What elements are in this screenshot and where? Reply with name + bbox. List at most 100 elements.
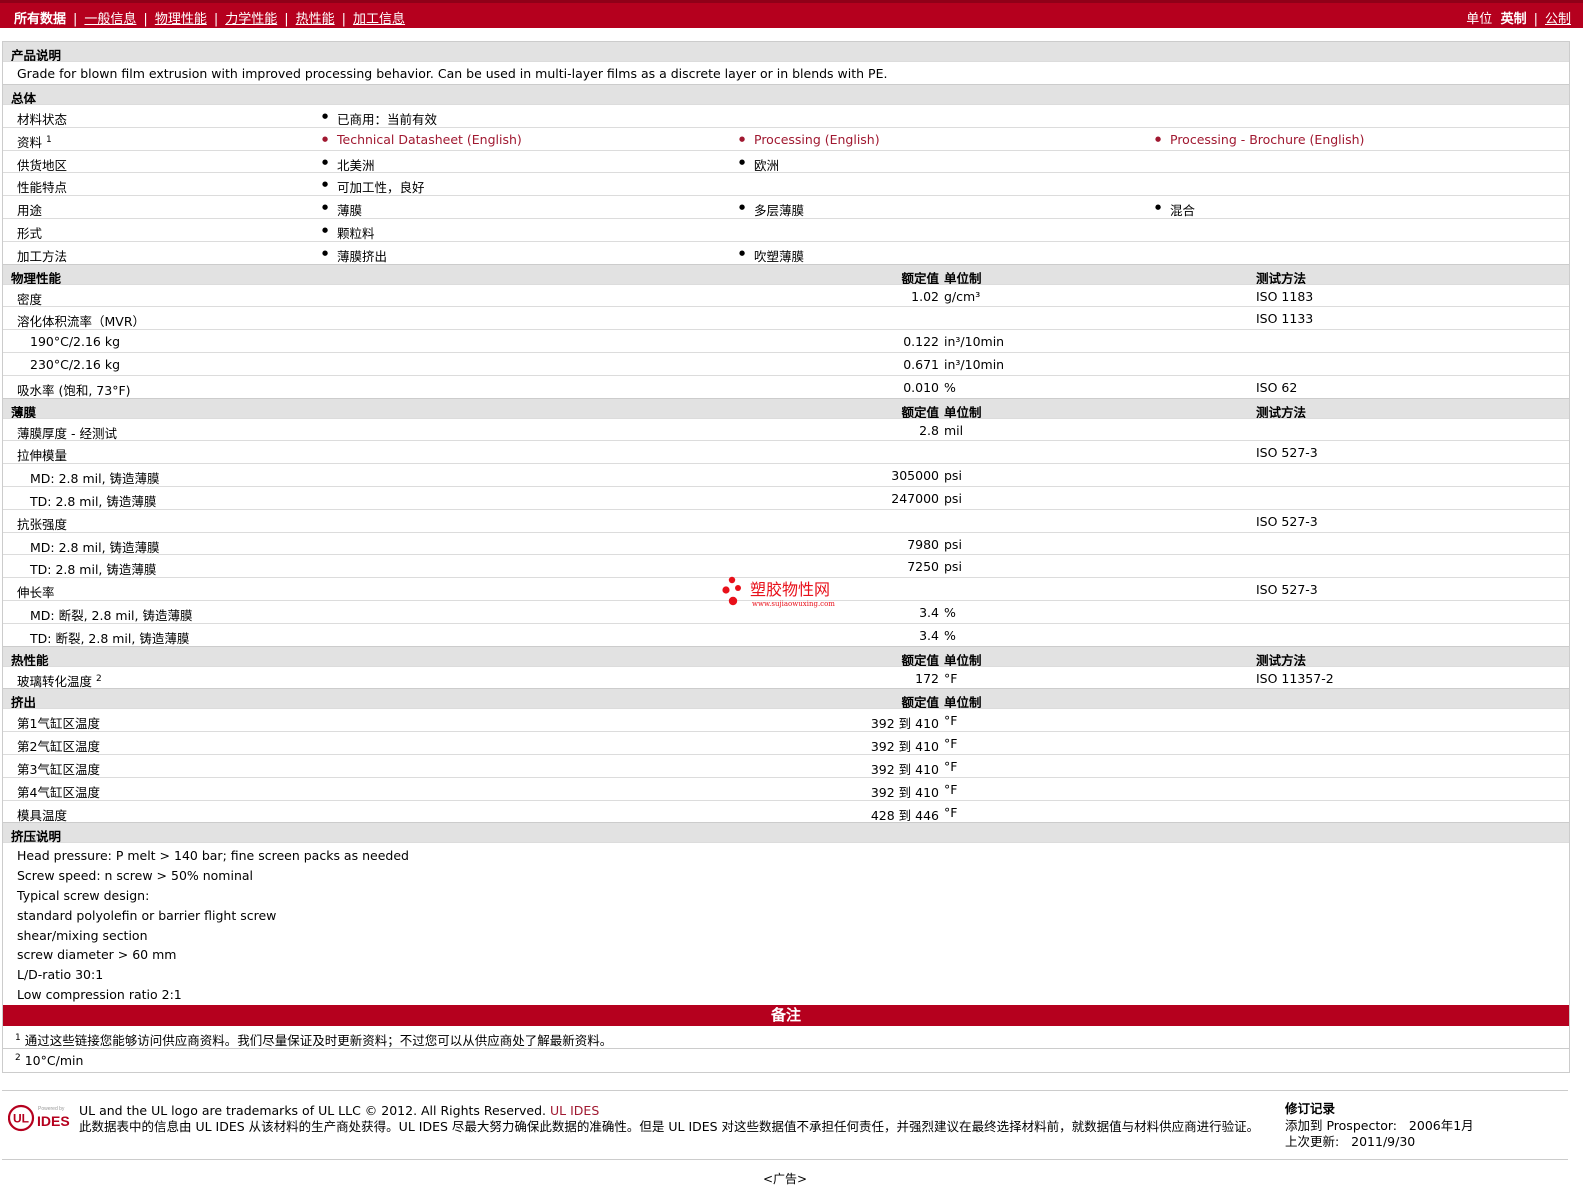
row-label: MD: 2.8 mil, 铸造薄膜 — [30, 471, 160, 487]
row-unit: psi — [944, 490, 962, 506]
footnote-ref: 1 — [46, 134, 52, 145]
ul-ides-logo: UL Powered by IDES — [7, 1103, 70, 1133]
table-row: MD: 2.8 mil, 铸造薄膜 305000 psi — [3, 463, 1569, 486]
updated-label: 上次更新: — [1285, 1134, 1340, 1149]
nav-general-info[interactable]: 一般信息 — [84, 12, 136, 27]
footnote-number: 1 — [15, 1032, 21, 1043]
table-row: 模具温度 428 到 446 °F — [3, 799, 1569, 823]
footer-legal-text: UL and the UL logo are trademarks of UL … — [79, 1103, 1269, 1134]
footnote-ref: 2 — [96, 673, 102, 684]
document-link[interactable]: Processing (English) — [739, 132, 880, 147]
list-item: 北美洲 — [322, 155, 374, 174]
table-row: 溶化体积流率（MVR） ISO 1133 — [3, 306, 1569, 329]
row-label: 第1气缸区温度 — [17, 716, 100, 732]
svg-text:塑胶物性网: 塑胶物性网 — [750, 580, 830, 599]
note-line: Head pressure: P melt > 140 bar; fine sc… — [17, 848, 409, 864]
row-label: 第2气缸区温度 — [17, 739, 100, 755]
table-row: TD: 2.8 mil, 铸造薄膜 247000 psi — [3, 485, 1569, 509]
row-unit: psi — [944, 559, 962, 575]
table-row: 第1气缸区温度 392 到 410 °F — [3, 708, 1569, 731]
document-link[interactable]: Processing - Brochure (English) — [1155, 132, 1364, 147]
row-unit: mil — [944, 422, 964, 438]
table-row: TD: 2.8 mil, 铸造薄膜 7250 psi — [3, 554, 1569, 577]
row-label: 形式 — [17, 225, 43, 241]
row-value: 0.122 — [903, 334, 939, 350]
table-row: 拉伸模量 ISO 527-3 — [3, 440, 1569, 463]
row-value: 3.4 — [919, 627, 939, 643]
footnote: 2 10°C/min — [3, 1049, 1569, 1073]
table-row: 230°C/2.16 kg 0.671 in³/10min — [3, 351, 1569, 375]
row-value: 7980 — [907, 536, 939, 552]
note-line: Typical screw design: — [17, 887, 150, 903]
table-row: 190°C/2.16 kg 0.122 in³/10min — [3, 329, 1569, 352]
row-unit: °F — [944, 713, 958, 729]
section-header-general: 总体 — [3, 84, 1569, 106]
product-description: Grade for blown film extrusion with impr… — [3, 61, 1569, 84]
row-label: 加工方法 — [17, 248, 68, 264]
svg-text:IDES: IDES — [37, 1113, 70, 1129]
section-nav: 所有数据 | 一般信息 | 物理性能 | 力学性能 | 热性能 | 加工信息 — [14, 12, 406, 27]
list-item: 混合 — [1155, 200, 1195, 219]
row-unit: in³/10min — [944, 334, 1005, 350]
row-label: 190°C/2.16 kg — [30, 334, 121, 350]
row-label: 材料状态 — [17, 112, 68, 127]
unit-switcher: 单位 英制 | 公制 — [1466, 12, 1571, 27]
datasheet: 产品说明 Grade for blown film extrusion with… — [2, 41, 1570, 1073]
row-unit: °F — [944, 670, 958, 686]
nav-mechanical[interactable]: 力学性能 — [225, 12, 277, 27]
extrusion-notes: Head pressure: P melt > 140 bar; fine sc… — [3, 842, 1569, 1004]
general-row: 用途 薄膜 多层薄膜 混合 — [3, 195, 1569, 218]
table-row: 第2气缸区温度 392 到 410 °F — [3, 731, 1569, 754]
ul-ides-link[interactable]: UL IDES — [550, 1103, 599, 1118]
document-link[interactable]: Technical Datasheet (English) — [322, 132, 522, 147]
list-item: 欧洲 — [739, 155, 779, 174]
row-label: 溶化体积流率（MVR） — [17, 314, 146, 330]
row-value: 7250 — [907, 559, 939, 575]
row-test-method: ISO 527-3 — [1256, 513, 1318, 529]
general-row: 供货地区 北美洲 欧洲 — [3, 149, 1569, 174]
footnote-text: 通过这些链接您能够访问供应商资料。我们尽量保证及时更新资料；不过您可以从供应商处… — [24, 1032, 613, 1048]
list-item: 已商用：当前有效 — [322, 109, 437, 128]
row-value: 392 到 410 — [870, 784, 939, 800]
disclaimer-text: 此数据表中的信息由 UL IDES 从该材料的生产商处获得。UL IDES 尽最… — [79, 1118, 1260, 1134]
unit-metric[interactable]: 公制 — [1545, 12, 1571, 27]
list-item: 颗粒料 — [322, 223, 374, 242]
row-label: 性能特点 — [17, 180, 68, 196]
row-label: TD: 2.8 mil, 铸造薄膜 — [30, 562, 157, 578]
note-line: shear/mixing section — [17, 927, 148, 943]
remarks-header: 备注 — [3, 1004, 1569, 1026]
row-label: 拉伸模量 — [17, 448, 68, 464]
row-value: 392 到 410 — [870, 761, 939, 777]
note-line: L/D-ratio 30:1 — [17, 967, 104, 983]
added-label: 添加到 Prospector: — [1285, 1117, 1397, 1133]
row-test-method: ISO 1133 — [1256, 311, 1314, 327]
nav-all-data[interactable]: 所有数据 — [14, 12, 66, 27]
added-value: 2006年1月 — [1408, 1117, 1474, 1133]
trademark-text: UL and the UL logo are trademarks of UL … — [79, 1103, 547, 1118]
row-label: 玻璃转化温度 2 — [17, 673, 102, 689]
revision-title: 修订记录 — [1285, 1101, 1336, 1116]
row-label: 抗张强度 — [17, 516, 68, 532]
general-row: 材料状态 已商用：当前有效 — [3, 104, 1569, 127]
general-row: 形式 颗粒料 — [3, 217, 1569, 242]
row-unit: g/cm³ — [944, 288, 981, 304]
row-label: 伸长率 — [17, 585, 55, 601]
nav-processing[interactable]: 加工信息 — [353, 12, 405, 27]
row-value: 172 — [915, 670, 939, 686]
svg-text:UL: UL — [13, 1112, 29, 1126]
table-row: 第4气缸区温度 392 到 410 °F — [3, 776, 1569, 800]
note-line: standard polyolefin or barrier flight sc… — [17, 907, 277, 923]
updated-value: 2011/9/30 — [1351, 1134, 1416, 1149]
row-unit: °F — [944, 736, 958, 752]
list-item: 薄膜 — [322, 200, 362, 219]
row-label: TD: 2.8 mil, 铸造薄膜 — [30, 493, 157, 509]
row-label: 密度 — [17, 291, 43, 307]
row-test-method: ISO 1183 — [1256, 288, 1314, 304]
list-item: 薄膜挤出 — [322, 246, 387, 265]
units-label: 单位 — [1466, 12, 1493, 27]
nav-physical[interactable]: 物理性能 — [155, 12, 207, 27]
unit-imperial[interactable]: 英制 — [1501, 12, 1527, 27]
table-row: MD: 2.8 mil, 铸造薄膜 7980 psi — [3, 531, 1569, 555]
list-item: 可加工性，良好 — [322, 177, 424, 196]
nav-thermal[interactable]: 热性能 — [296, 12, 335, 27]
